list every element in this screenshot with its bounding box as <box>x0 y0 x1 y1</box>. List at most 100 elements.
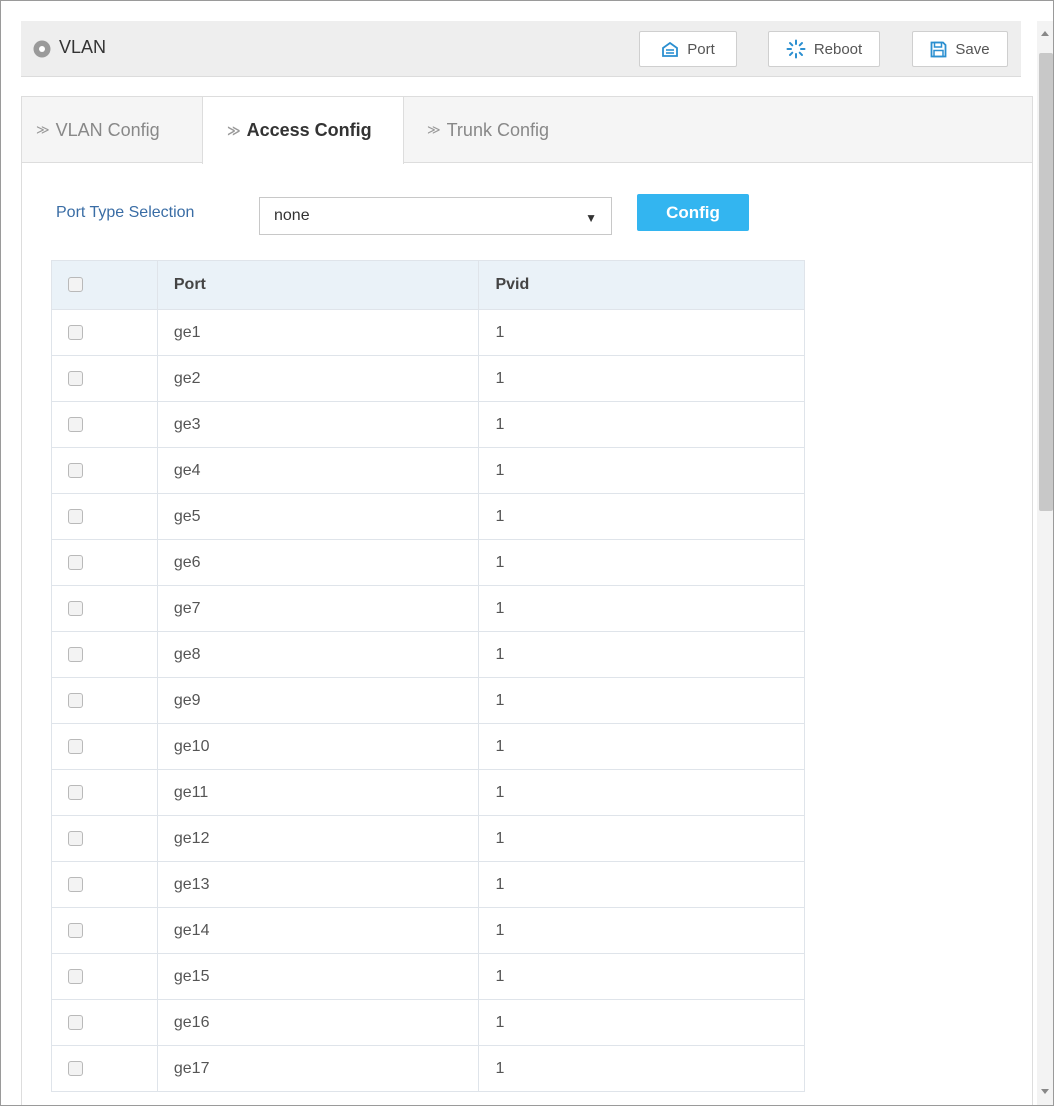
row-checkbox-cell <box>51 815 158 862</box>
pvid-value: 1 <box>495 875 505 893</box>
port-cell: ge15 <box>156 953 480 1000</box>
pvid-cell: 1 <box>478 677 805 724</box>
row-checkbox-cell <box>51 677 158 724</box>
pvid-cell: 1 <box>478 493 805 540</box>
row-checkbox[interactable] <box>68 1060 83 1076</box>
row-checkbox-cell <box>51 309 158 356</box>
row-checkbox[interactable] <box>68 922 83 938</box>
row-checkbox[interactable] <box>68 738 83 754</box>
port-cell: ge5 <box>156 493 480 540</box>
config-button[interactable]: Config <box>637 194 749 231</box>
table-row: ge17 1 <box>51 1045 805 1092</box>
tab-trunk-config[interactable]: ≫ Trunk Config <box>427 97 549 163</box>
scrollbar-thumb[interactable] <box>1039 53 1053 511</box>
row-checkbox-cell <box>51 539 158 586</box>
row-checkbox[interactable] <box>68 508 83 524</box>
pvid-cell: 1 <box>478 953 805 1000</box>
tab-label: Access Config <box>246 120 372 140</box>
table-row: ge6 1 <box>51 539 805 586</box>
port-name: ge7 <box>173 599 201 617</box>
row-checkbox-cell <box>51 907 158 954</box>
reboot-button-label: Reboot <box>813 40 863 58</box>
port-column-header: Port <box>156 260 480 310</box>
page-header: VLAN Port Reboot Save <box>21 21 1021 77</box>
row-checkbox-cell <box>51 631 158 678</box>
table-row: ge9 1 <box>51 677 805 724</box>
row-checkbox-cell <box>51 401 158 448</box>
page-title: VLAN <box>59 37 107 57</box>
table-row: ge15 1 <box>51 953 805 1000</box>
pvid-value: 1 <box>495 645 505 663</box>
port-name: ge1 <box>173 323 201 341</box>
port-name: ge14 <box>173 921 210 939</box>
port-name: ge9 <box>173 691 201 709</box>
pvid-header-label: Pvid <box>495 276 530 293</box>
row-checkbox-cell <box>51 355 158 402</box>
port-table: Port Pvid ge1 1 ge2 1 ge3 1 ge4 1 ge5 1 ge6 1 ge7 1 ge… <box>51 260 805 1092</box>
row-checkbox[interactable] <box>68 370 83 386</box>
row-checkbox[interactable] <box>68 324 83 340</box>
vertical-scrollbar[interactable] <box>1037 21 1053 1105</box>
port-name: ge10 <box>173 737 210 755</box>
tab-access-config[interactable]: ≫ Access Config <box>202 97 404 164</box>
port-cell: ge6 <box>156 539 480 586</box>
pvid-column-header: Pvid <box>478 260 805 310</box>
select-all-cell <box>51 260 158 310</box>
location-pin-icon <box>33 40 51 58</box>
port-cell: ge17 <box>156 1045 480 1092</box>
port-cell: ge1 <box>156 309 480 356</box>
port-cell: ge12 <box>156 815 480 862</box>
port-button-label: Port <box>687 40 715 58</box>
port-button[interactable]: Port <box>639 31 737 67</box>
tab-bar: ≫ VLAN Config ≫ Access Config ≫ Trunk Co… <box>22 97 1032 164</box>
row-checkbox-cell <box>51 493 158 540</box>
port-header-label: Port <box>173 276 206 293</box>
tab-panel: ≫ VLAN Config ≫ Access Config ≫ Trunk Co… <box>21 96 1033 1105</box>
port-cell: ge10 <box>156 723 480 770</box>
row-checkbox[interactable] <box>68 554 83 570</box>
port-type-select[interactable]: none ▼ <box>259 197 612 235</box>
port-name: ge17 <box>173 1059 210 1077</box>
row-checkbox[interactable] <box>68 416 83 432</box>
port-cell: ge13 <box>156 861 480 908</box>
scroll-up-arrow-icon[interactable] <box>1041 31 1049 36</box>
row-checkbox-cell <box>51 585 158 632</box>
port-cell: ge14 <box>156 907 480 954</box>
port-icon <box>662 41 679 57</box>
tab-vlan-config[interactable]: ≫ VLAN Config <box>36 97 160 163</box>
pvid-value: 1 <box>495 783 505 801</box>
pvid-cell: 1 <box>478 861 805 908</box>
table-row: ge13 1 <box>51 861 805 908</box>
row-checkbox[interactable] <box>68 462 83 478</box>
pvid-cell: 1 <box>478 401 805 448</box>
pvid-value: 1 <box>495 415 505 433</box>
row-checkbox[interactable] <box>68 968 83 984</box>
port-cell: ge2 <box>156 355 480 402</box>
table-row: ge2 1 <box>51 355 805 402</box>
pvid-cell: 1 <box>478 769 805 816</box>
reboot-button[interactable]: Reboot <box>768 31 880 67</box>
select-all-checkbox[interactable] <box>68 277 83 293</box>
row-checkbox[interactable] <box>68 830 83 846</box>
row-checkbox[interactable] <box>68 1014 83 1030</box>
pvid-cell: 1 <box>478 723 805 770</box>
pvid-cell: 1 <box>478 447 805 494</box>
pvid-cell: 1 <box>478 309 805 356</box>
port-type-selected-value: none <box>274 207 310 224</box>
port-cell: ge3 <box>156 401 480 448</box>
pvid-value: 1 <box>495 737 505 755</box>
row-checkbox[interactable] <box>68 692 83 708</box>
row-checkbox[interactable] <box>68 600 83 616</box>
tab-label: VLAN Config <box>55 119 160 140</box>
pvid-value: 1 <box>495 599 505 617</box>
chevron-right-icon: ≫ <box>36 122 50 137</box>
port-name: ge15 <box>173 967 210 985</box>
row-checkbox[interactable] <box>68 784 83 800</box>
row-checkbox[interactable] <box>68 876 83 892</box>
save-button[interactable]: Save <box>912 31 1008 67</box>
port-name: ge11 <box>173 783 209 801</box>
table-row: ge7 1 <box>51 585 805 632</box>
scroll-down-arrow-icon[interactable] <box>1041 1089 1049 1094</box>
port-cell: ge4 <box>156 447 480 494</box>
row-checkbox[interactable] <box>68 646 83 662</box>
